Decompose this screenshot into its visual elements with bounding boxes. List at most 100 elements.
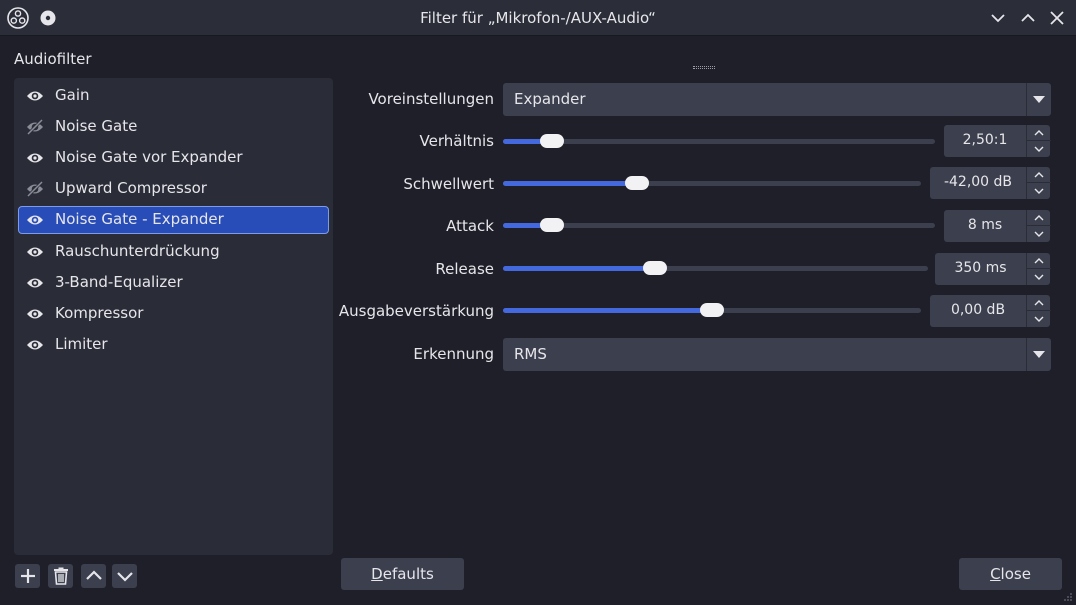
filter-item-compressor[interactable]: Kompressor [18,300,329,328]
eye-visible-icon[interactable] [26,244,44,260]
threshold-label: Schwellwert [403,175,494,193]
defaults-button[interactable]: Defaults [341,558,464,590]
output-gain-decrement-button[interactable] [1027,311,1051,327]
dropdown-separator [1026,83,1027,116]
ratio-decrement-button[interactable] [1027,141,1051,157]
filter-item-upward-compressor[interactable]: Upward Compressor [18,175,329,203]
filter-item-label: Noise Gate [55,117,138,135]
attack-label: Attack [446,217,494,235]
slider-fill [503,266,656,271]
splitter-handle[interactable] [693,66,715,69]
trash-icon [54,567,68,585]
filter-item-gain[interactable]: Gain [18,82,329,110]
slider-handle[interactable] [700,303,724,317]
add-filter-button[interactable] [15,564,40,588]
filter-list: Gain Noise Gate Noise Gate vor Expander … [14,78,333,555]
threshold-spinbox[interactable]: -42,00 dB [930,167,1051,199]
remove-filter-button[interactable] [48,564,73,588]
attack-spinbox[interactable]: 8 ms [944,210,1051,242]
eye-visible-icon[interactable] [26,150,44,166]
defaults-mnemonic: D [371,565,383,583]
close-button[interactable]: Close [959,558,1062,590]
output-gain-value: 0,00 dB [950,302,1006,318]
filter-item-label: Limiter [55,335,108,353]
detection-label: Erkennung [413,345,494,363]
slider-track [503,223,935,228]
detection-value: RMS [514,345,547,363]
maximize-icon[interactable] [1018,8,1038,28]
resize-grip-icon[interactable] [1063,592,1073,602]
filter-item-noise-gate[interactable]: Noise Gate [18,113,329,141]
slider-handle[interactable] [539,134,564,148]
ratio-spinbox[interactable]: 2,50:1 [944,125,1051,157]
threshold-value: -42,00 dB [943,174,1013,190]
release-slider[interactable] [503,258,928,278]
filter-item-limiter[interactable]: Limiter [18,331,329,359]
detection-dropdown[interactable]: RMS [503,338,1051,371]
filter-item-noise-suppression[interactable]: Rauschunterdrückung [18,238,329,266]
eye-visible-icon[interactable] [26,88,44,104]
chevron-up-icon [1034,130,1044,136]
ratio-increment-button[interactable] [1027,125,1051,141]
chevron-up-icon [1034,172,1044,178]
attack-value: 8 ms [967,217,1003,233]
filter-item-label: Noise Gate vor Expander [55,148,243,166]
release-increment-button[interactable] [1027,253,1051,269]
filter-item-label: Gain [55,86,90,104]
close-mnemonic: C [990,565,1001,583]
eye-visible-icon[interactable] [26,306,44,322]
move-up-icon [86,570,102,580]
attack-increment-button[interactable] [1027,210,1051,226]
release-decrement-button[interactable] [1027,269,1051,285]
filter-list-title: Audiofilter [14,50,92,68]
eye-visible-icon[interactable] [26,275,44,291]
ratio-label: Verhältnis [419,132,494,150]
minimize-icon[interactable] [988,8,1008,28]
output-gain-increment-button[interactable] [1027,295,1051,311]
dropdown-arrow-icon [1033,351,1045,358]
threshold-increment-button[interactable] [1027,167,1051,183]
eye-hidden-icon[interactable] [26,181,44,197]
filter-item-noise-gate-before-expander[interactable]: Noise Gate vor Expander [18,144,329,172]
eye-visible-icon[interactable] [26,212,44,228]
filter-item-noise-gate-expander[interactable]: Noise Gate - Expander [18,206,329,234]
ratio-value: 2,50:1 [962,132,1008,148]
filter-item-label: Kompressor [55,304,144,322]
chevron-down-icon [1034,316,1044,322]
output-gain-slider[interactable] [503,300,921,320]
close-label: lose [1000,565,1031,583]
eye-visible-icon[interactable] [26,337,44,353]
slider-handle[interactable] [643,261,668,275]
window-title: Filter für „Mikrofon-/AUX-Audio“ [420,9,656,27]
close-window-icon[interactable] [1047,8,1067,28]
slider-fill [503,181,638,186]
move-filter-up-button[interactable] [81,564,106,588]
chevron-down-icon [1034,188,1044,194]
threshold-decrement-button[interactable] [1027,183,1051,199]
slider-handle[interactable] [539,218,564,232]
filter-item-label: Noise Gate - Expander [55,210,224,228]
release-spinbox[interactable]: 350 ms [935,253,1051,285]
attack-decrement-button[interactable] [1027,226,1051,242]
add-icon [21,569,35,583]
chevron-down-icon [1034,274,1044,280]
filter-item-label: Upward Compressor [55,179,207,197]
preset-dropdown[interactable]: Expander [503,83,1051,116]
eye-hidden-icon[interactable] [26,119,44,135]
move-filter-down-button[interactable] [112,564,137,588]
ratio-slider[interactable] [503,131,935,151]
output-gain-label: Ausgabeverstärkung [338,302,494,320]
slider-handle[interactable] [625,176,650,190]
title-bar: Filter für „Mikrofon-/AUX-Audio“ [0,0,1076,36]
chevron-up-icon [1034,215,1044,221]
attack-slider[interactable] [503,215,935,235]
move-down-icon [117,572,133,582]
preset-label: Voreinstellungen [368,90,494,108]
chevron-down-icon [1034,231,1044,237]
chevron-up-icon [1034,258,1044,264]
threshold-slider[interactable] [503,173,921,193]
output-gain-spinbox[interactable]: 0,00 dB [930,295,1051,327]
chevron-down-icon [1034,146,1044,152]
defaults-label: efaults [382,565,434,583]
filter-item-3-band-equalizer[interactable]: 3-Band-Equalizer [18,269,329,297]
